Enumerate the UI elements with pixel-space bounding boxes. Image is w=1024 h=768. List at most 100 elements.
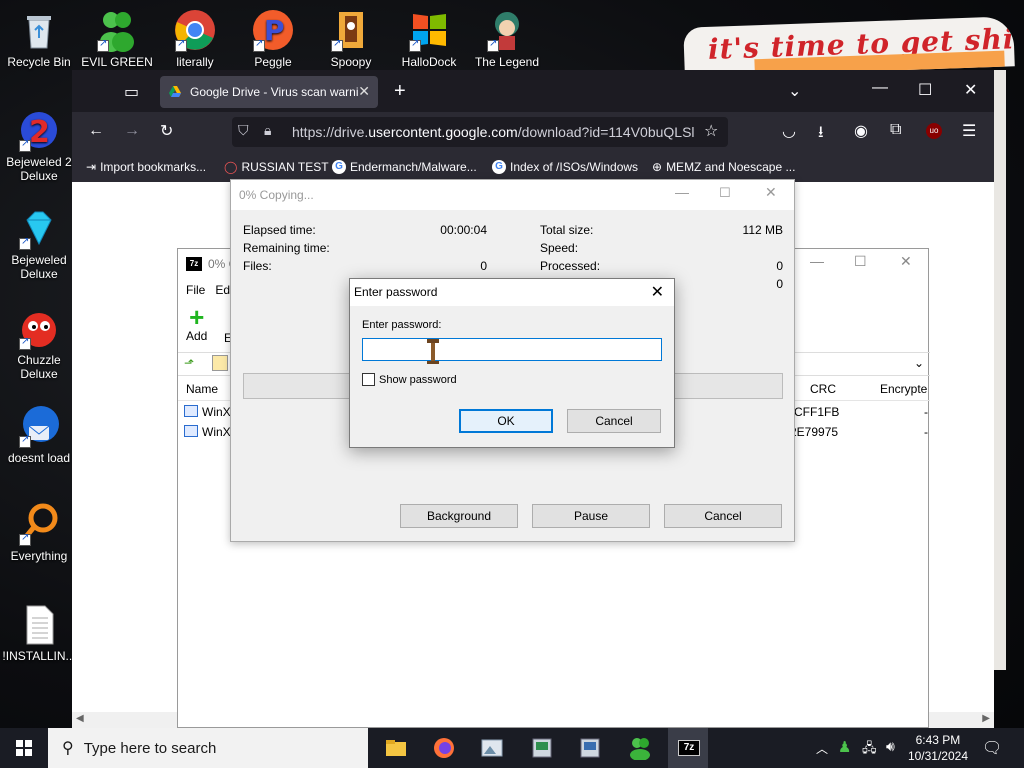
desktop-icon-doesnt-load[interactable]: doesnt load — [2, 404, 76, 465]
checkbox-box[interactable] — [362, 373, 375, 386]
volume-icon[interactable]: 🔊︎ — [886, 738, 895, 755]
cancel-button[interactable]: Cancel — [567, 409, 661, 433]
menu-hamburger-icon[interactable]: ☰ — [962, 121, 976, 141]
installer-icon-2[interactable] — [578, 736, 602, 760]
new-tab-icon[interactable]: + — [394, 80, 406, 103]
up-folder-icon[interactable]: ⬏ — [184, 356, 194, 370]
bookmark-endermanch[interactable]: G Endermanch/Malware... — [332, 160, 477, 174]
pause-button[interactable]: Pause — [532, 504, 650, 528]
forward-icon[interactable]: → — [124, 122, 140, 140]
pocket-icon[interactable]: ◡ — [782, 121, 796, 141]
ublock-icon[interactable]: uo — [926, 123, 942, 139]
desktop-icon-evil-green[interactable]: EVIL GREEN — [80, 8, 154, 69]
close-window-icon[interactable]: ✕ — [964, 80, 977, 100]
recycle-bin-icon — [17, 8, 61, 52]
bookmark-star-icon[interactable]: ☆ — [704, 121, 718, 141]
url-bar[interactable]: ⛉ 🔒︎ https://drive. usercontent.google.co… — [232, 117, 728, 147]
column-crc[interactable]: CRC — [810, 382, 836, 396]
copy-dialog-titlebar: 0% Copying... — ☐ ✕ — [231, 180, 794, 210]
minimize-icon[interactable]: — — [810, 253, 824, 269]
desktop-icon-recycle-bin[interactable]: Recycle Bin — [2, 8, 76, 69]
google-icon: G — [332, 160, 346, 174]
show-hidden-icons-chevron-icon[interactable]: ︿ — [816, 740, 828, 757]
copy-dialog-title: 0% Copying... — [239, 188, 314, 202]
tab-close-icon[interactable]: ✕ — [358, 83, 370, 100]
bookmark-isos-windows[interactable]: G Index of /ISOs/Windows — [492, 160, 638, 174]
menu-edit[interactable]: Ed — [215, 283, 230, 297]
close-icon[interactable]: ✕ — [651, 282, 664, 302]
folder-icon[interactable] — [212, 355, 228, 371]
google-icon: G — [492, 160, 506, 174]
cancel-copy-button[interactable]: Cancel — [664, 504, 782, 528]
desktop-icon-hallodock[interactable]: HalloDock — [392, 8, 466, 69]
sevenzip-taskbar-button[interactable]: 7z — [668, 728, 708, 768]
lock-icon[interactable]: 🔒︎ — [264, 122, 271, 139]
taskbar-search[interactable]: ⚲ Type here to search — [48, 728, 368, 768]
photos-icon[interactable] — [480, 736, 504, 760]
google-drive-icon — [169, 86, 181, 97]
close-icon[interactable]: ✕ — [900, 253, 912, 270]
password-input[interactable] — [362, 338, 662, 361]
svg-text:2: 2 — [29, 115, 50, 150]
desktop-icon-chuzzle[interactable]: Chuzzle Deluxe — [2, 306, 76, 381]
system-clock[interactable]: 6:43 PM 10/31/2024 — [908, 732, 968, 764]
firefox-icon[interactable] — [432, 736, 456, 760]
add-button[interactable]: + Add — [186, 304, 207, 343]
windows-flag-icon — [407, 8, 451, 52]
globe-icon: ⊕ — [652, 160, 663, 174]
shield-icon[interactable]: ⛉ — [238, 122, 249, 139]
dropdown-chevron-icon[interactable]: ⌄ — [914, 356, 924, 370]
notifications-icon[interactable]: 🗨︎ — [982, 738, 1002, 758]
close-icon[interactable]: ✕ — [765, 184, 777, 201]
desktop-icon-everything[interactable]: Everything — [2, 502, 76, 563]
bookmark-import[interactable]: ⇥ Import bookmarks... — [86, 160, 206, 174]
tab-overview-icon[interactable]: ▭ — [124, 82, 139, 102]
downloads-icon[interactable]: ⭳ — [818, 121, 824, 148]
desktop-icon-literally[interactable]: literally — [158, 8, 232, 69]
file-explorer-icon[interactable] — [384, 736, 408, 760]
desktop-icon-bejeweled2[interactable]: 2 Bejeweled 2 Deluxe — [2, 108, 76, 183]
reload-icon[interactable]: ↻ — [160, 121, 173, 141]
extensions-icon[interactable]: ⧉ — [890, 121, 901, 139]
scroll-left-icon[interactable]: ◀ — [76, 713, 84, 724]
maximize-icon[interactable]: ☐ — [918, 80, 932, 100]
installer-icon[interactable] — [530, 736, 554, 760]
start-button[interactable] — [0, 728, 48, 768]
scroll-right-icon[interactable]: ▶ — [982, 713, 990, 724]
chuzzle-icon — [17, 306, 61, 350]
thunderbird-icon — [17, 404, 61, 448]
maximize-icon[interactable]: ☐ — [719, 185, 731, 201]
green-people-icon[interactable] — [628, 736, 652, 760]
peggle-icon: P — [251, 8, 295, 52]
menu-file[interactable]: File — [186, 283, 205, 297]
minimize-icon[interactable]: — — [675, 184, 689, 200]
maximize-icon[interactable]: ☐ — [854, 253, 867, 270]
desktop-icon-spoopy[interactable]: Spoopy — [314, 8, 388, 69]
desktop-icon-installing[interactable]: !INSTALLIN... — [2, 602, 76, 663]
account-icon[interactable]: ◉ — [854, 121, 868, 141]
list-tabs-chevron-icon[interactable]: ⌄ — [788, 81, 801, 101]
user-tray-icon[interactable]: ♟ — [838, 738, 851, 756]
background-button[interactable]: Background — [400, 504, 518, 528]
ok-button[interactable]: OK — [459, 409, 553, 433]
total-size-value: 112 MB — [742, 223, 783, 237]
tab-google-drive[interactable]: Google Drive - Virus scan warnin ✕ — [160, 76, 378, 108]
desktop-icon-bejeweled[interactable]: Bejeweled Deluxe — [2, 206, 76, 281]
chrome-icon — [173, 8, 217, 52]
import-icon: ⇥ — [86, 160, 97, 174]
column-name[interactable]: Name — [186, 382, 218, 396]
back-icon[interactable]: ← — [88, 122, 104, 140]
minimize-icon[interactable]: — — [872, 79, 888, 97]
bookmark-russian-test[interactable]: ◯ RUSSIAN TEST — [224, 160, 329, 174]
show-password-checkbox[interactable]: Show password — [362, 373, 457, 386]
bookmarks-toolbar: ⇥ Import bookmarks... ◯ RUSSIAN TEST G Ende… — [72, 152, 994, 182]
text-cursor-icon — [426, 337, 439, 364]
elapsed-value: 00:00:04 — [440, 223, 487, 237]
diamond-icon — [17, 206, 61, 250]
password-label: Enter password: — [362, 319, 442, 331]
bookmark-memz[interactable]: ⊕ MEMZ and Noescape ... — [652, 160, 795, 174]
password-dialog: Enter password ✕ Enter password: Show pa… — [349, 278, 675, 448]
column-encrypted[interactable]: Encrypte — [880, 382, 927, 396]
desktop-icon-the-legend[interactable]: The Legend — [470, 8, 544, 69]
network-icon[interactable]: 🖧︎ — [862, 739, 877, 761]
